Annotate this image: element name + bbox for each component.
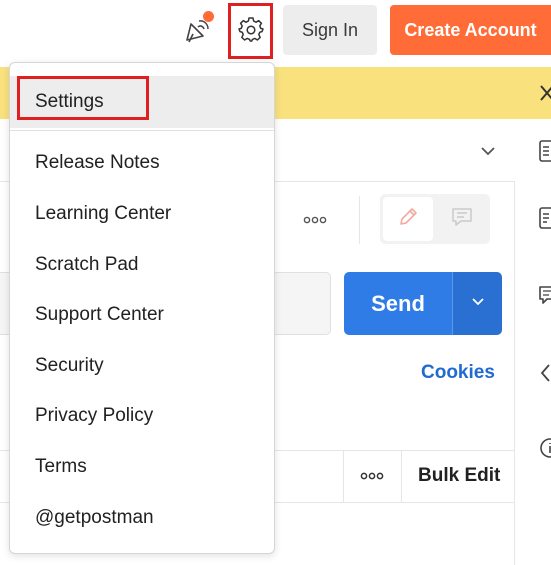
settings-gear-button[interactable] [228,3,273,59]
menu-item-scratch-pad[interactable]: Scratch Pad [10,240,274,290]
create-account-button[interactable]: Create Account [390,5,551,55]
tab-list-chevron-down-icon[interactable] [478,141,498,161]
menu-divider [10,130,274,131]
comments-icon[interactable] [537,283,551,309]
menu-item-settings[interactable]: Settings [10,76,274,128]
edit-mode-button[interactable] [383,197,433,241]
send-button[interactable]: Send [344,272,452,335]
more-options-icon[interactable] [300,210,330,230]
documentation-icon[interactable] [537,138,551,164]
comment-mode-button[interactable] [437,197,487,241]
settings-dropdown-menu: Settings Release Notes Learning Center S… [9,62,275,554]
bulk-edit-button[interactable]: Bulk Edit [418,465,500,487]
pencil-icon [395,204,421,235]
menu-item-terms[interactable]: Terms [10,442,274,492]
menu-item-release-notes[interactable]: Release Notes [10,138,274,188]
menu-item-getpostman[interactable]: @getpostman [10,493,274,543]
gear-icon [237,16,264,47]
close-icon[interactable] [538,81,551,105]
menu-item-security[interactable]: Security [10,341,274,391]
cookies-link[interactable]: Cookies [421,362,495,384]
params-table-column-divider [401,450,402,502]
send-options-button[interactable] [452,272,502,335]
menu-item-learning-center[interactable]: Learning Center [10,189,274,239]
info-circle-icon[interactable] [537,435,551,461]
info-icon[interactable] [537,205,551,231]
menu-item-support-center[interactable]: Support Center [10,290,274,340]
toolbar-divider [359,196,360,244]
code-icon[interactable] [537,360,551,386]
params-table-column-divider [343,450,344,502]
notification-dot [203,11,214,22]
sign-in-button[interactable]: Sign In [283,5,377,55]
chevron-down-icon [469,292,487,315]
comment-icon [449,204,475,235]
menu-item-privacy-policy[interactable]: Privacy Policy [10,391,274,441]
table-more-options-icon[interactable] [357,466,387,486]
right-rail-divider [514,181,515,565]
